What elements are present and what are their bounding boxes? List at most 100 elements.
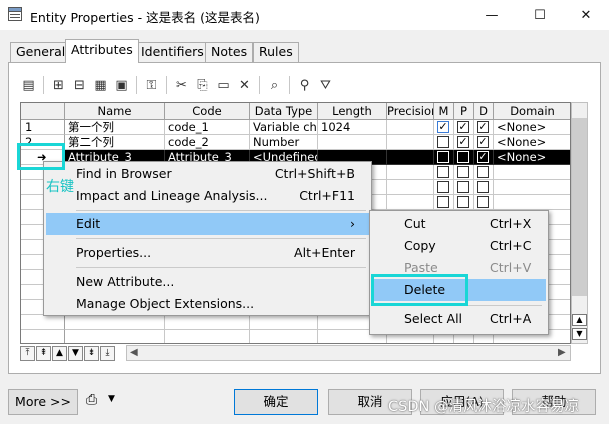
checkbox-p[interactable] xyxy=(457,181,469,193)
cell-m[interactable] xyxy=(434,150,454,165)
move-page-down-icon[interactable]: ⇟ xyxy=(84,345,99,361)
move-page-up-icon[interactable]: ⇞ xyxy=(36,345,51,361)
cell-d[interactable] xyxy=(474,180,494,195)
checkbox-p[interactable] xyxy=(457,196,469,208)
cell-d[interactable]: ✓ xyxy=(474,135,494,150)
menu-item-edit[interactable]: Edit › xyxy=(46,213,369,235)
cell-code[interactable]: code_2 xyxy=(165,135,250,150)
menu-item-new-attribute[interactable]: New Attribute... xyxy=(46,271,369,293)
cell-p[interactable] xyxy=(454,180,474,195)
cell-p[interactable] xyxy=(454,165,474,180)
column-header-domain[interactable]: Domain xyxy=(494,103,570,120)
delete-icon[interactable]: ✕ xyxy=(234,74,255,96)
checkbox-d[interactable]: ✓ xyxy=(477,151,489,163)
checkbox-d[interactable] xyxy=(477,166,489,178)
checkbox-d[interactable] xyxy=(477,181,489,193)
checkbox-m[interactable] xyxy=(437,166,449,178)
find-icon[interactable]: ⌕ xyxy=(264,74,285,96)
move-down-icon[interactable]: ▼ xyxy=(68,345,83,361)
cell-data-type[interactable] xyxy=(250,315,318,330)
copy-icon[interactable]: ⎘ xyxy=(192,74,213,96)
cell-data-type[interactable]: Variable char xyxy=(250,120,318,135)
cut-icon[interactable]: ✂ xyxy=(171,74,192,96)
cell-code[interactable] xyxy=(165,315,250,330)
filter-icon[interactable]: ⚲ xyxy=(294,74,315,96)
column-header-name[interactable]: Name xyxy=(65,103,165,120)
checkbox-m[interactable] xyxy=(437,136,449,148)
scroll-down-arrow-icon[interactable]: ▼ xyxy=(572,328,587,340)
cell-m[interactable] xyxy=(434,135,454,150)
cell-domain[interactable]: <None> xyxy=(494,135,570,150)
cell-precision[interactable] xyxy=(387,165,434,180)
key-icon[interactable]: ⚿ xyxy=(141,74,162,96)
checkbox-d[interactable]: ✓ xyxy=(477,121,489,133)
cell-m[interactable] xyxy=(434,195,454,210)
row-header[interactable]: 1 xyxy=(21,120,65,135)
cell-name[interactable] xyxy=(65,330,165,343)
menu-item-properties[interactable]: Properties... Alt+Enter xyxy=(46,242,369,264)
column-header-precision[interactable]: Precision xyxy=(387,103,434,120)
checkbox-p[interactable]: ✓ xyxy=(457,121,469,133)
tab-attributes[interactable]: Attributes xyxy=(65,39,139,63)
move-first-icon[interactable]: ⤒ xyxy=(20,345,35,361)
scroll-right-arrow-icon[interactable]: ▶ xyxy=(558,347,566,358)
column-header-length[interactable]: Length xyxy=(318,103,387,120)
cell-precision[interactable] xyxy=(387,135,434,150)
tab-rules[interactable]: Rules xyxy=(253,42,299,62)
cell-precision[interactable] xyxy=(387,120,434,135)
menu-item-manage-extensions[interactable]: Manage Object Extensions... xyxy=(46,293,369,315)
cell-domain[interactable] xyxy=(494,195,570,210)
cell-precision[interactable] xyxy=(387,195,434,210)
cell-domain[interactable] xyxy=(494,165,570,180)
cell-name[interactable]: 第一个列 xyxy=(65,120,165,135)
checkbox-p[interactable]: ✓ xyxy=(457,136,469,148)
minimize-button[interactable]: — xyxy=(469,0,515,30)
vertical-scroll-thumb[interactable] xyxy=(572,118,587,296)
cell-code[interactable]: code_1 xyxy=(165,120,250,135)
checkbox-p[interactable] xyxy=(457,166,469,178)
row-header[interactable] xyxy=(21,315,65,330)
cell-p[interactable] xyxy=(454,150,474,165)
menu-item-select-all[interactable]: Select All Ctrl+A xyxy=(372,308,546,330)
cell-domain[interactable]: <None> xyxy=(494,120,570,135)
cell-p[interactable]: ✓ xyxy=(454,135,474,150)
cell-domain[interactable] xyxy=(494,180,570,195)
maximize-button[interactable]: ☐ xyxy=(517,0,563,30)
column-header-data-type[interactable]: Data Type xyxy=(250,103,318,120)
cell-length[interactable]: 1024 xyxy=(318,120,387,135)
checkbox-m[interactable] xyxy=(437,196,449,208)
column-header-code[interactable]: Code xyxy=(165,103,250,120)
menu-item-copy[interactable]: Copy Ctrl+C xyxy=(372,235,546,257)
cell-d[interactable] xyxy=(474,195,494,210)
print-icon[interactable]: ⎙ xyxy=(86,392,97,408)
checkbox-m[interactable] xyxy=(437,151,449,163)
cell-name[interactable]: 第二个列 xyxy=(65,135,165,150)
replicate-icon[interactable]: ▣ xyxy=(111,74,132,96)
more-button[interactable]: More >> xyxy=(8,389,78,415)
checkbox-p[interactable] xyxy=(457,151,469,163)
properties-icon[interactable]: ▤ xyxy=(18,74,39,96)
chevron-down-icon[interactable]: ▼ xyxy=(108,394,115,404)
column-header-primary[interactable]: P xyxy=(454,103,474,120)
tab-notes[interactable]: Notes xyxy=(205,42,254,62)
cell-m[interactable] xyxy=(434,165,454,180)
scroll-up-arrow-icon[interactable]: ▲ xyxy=(572,314,587,326)
cell-data-type[interactable] xyxy=(250,330,318,343)
horizontal-scrollbar[interactable] xyxy=(126,345,571,361)
add-attributes-icon[interactable]: ▦ xyxy=(90,74,111,96)
paste-icon[interactable]: ▭ xyxy=(213,74,234,96)
insert-row-icon[interactable]: ⊞ xyxy=(48,74,69,96)
add-row-icon[interactable]: ⊟ xyxy=(69,74,90,96)
cell-data-type[interactable]: Number xyxy=(250,135,318,150)
clear-filter-icon[interactable]: ⛛ xyxy=(315,74,336,96)
close-button[interactable]: ✕ xyxy=(563,0,609,30)
cell-name[interactable] xyxy=(65,315,165,330)
checkbox-m[interactable] xyxy=(437,181,449,193)
menu-item-find-in-browser[interactable]: Find in Browser Ctrl+Shift+B xyxy=(46,163,369,185)
cell-m[interactable]: ✓ xyxy=(434,120,454,135)
cell-p[interactable] xyxy=(454,195,474,210)
menu-item-impact-analysis[interactable]: Impact and Lineage Analysis... Ctrl+F11 xyxy=(46,185,369,207)
cell-length[interactable] xyxy=(318,135,387,150)
ok-button[interactable]: 确定 xyxy=(234,389,318,415)
tab-identifiers[interactable]: Identifiers xyxy=(135,42,210,62)
